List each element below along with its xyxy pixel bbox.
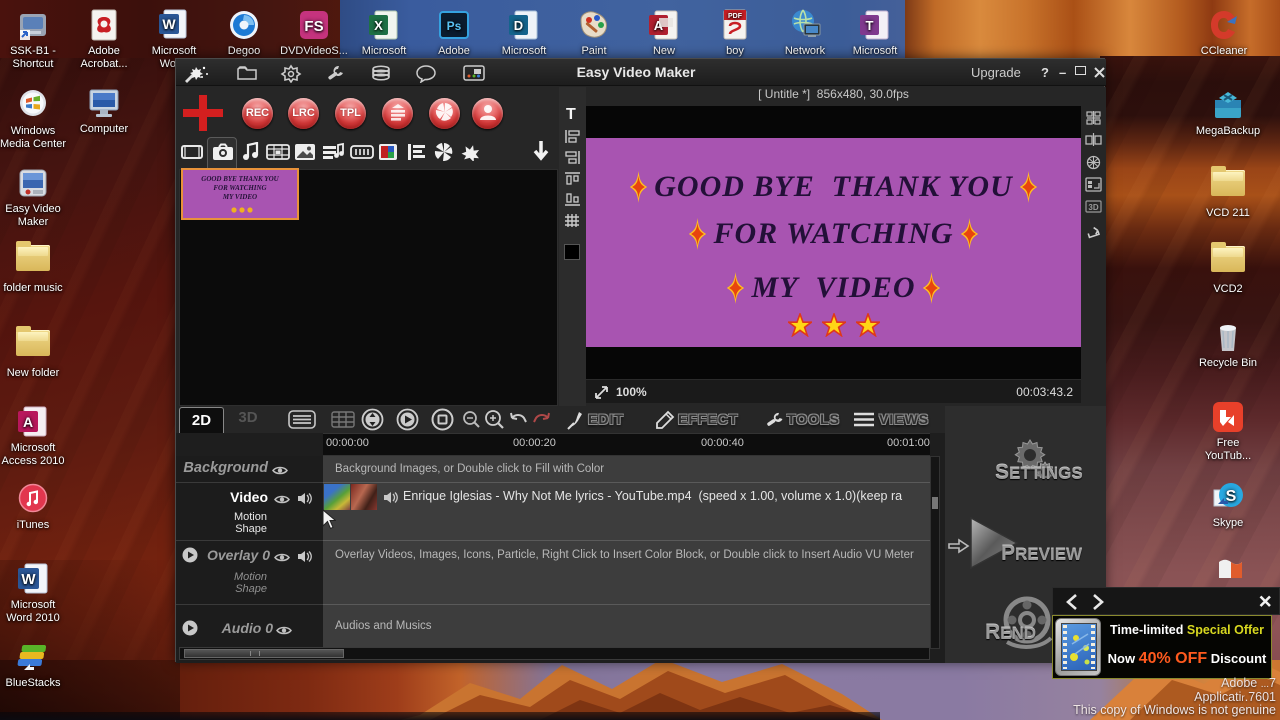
svg-text:X: X (374, 18, 383, 33)
svg-text:D: D (514, 18, 523, 33)
svg-text:W: W (162, 16, 176, 32)
svg-text:A: A (23, 414, 33, 430)
svg-text:3D: 3D (1088, 203, 1098, 212)
svg-text:FS: FS (304, 18, 323, 35)
svg-text:PDF: PDF (728, 13, 743, 20)
svg-text:Ps: Ps (447, 19, 462, 33)
svg-text:W: W (21, 571, 36, 588)
svg-text:T: T (866, 18, 874, 33)
